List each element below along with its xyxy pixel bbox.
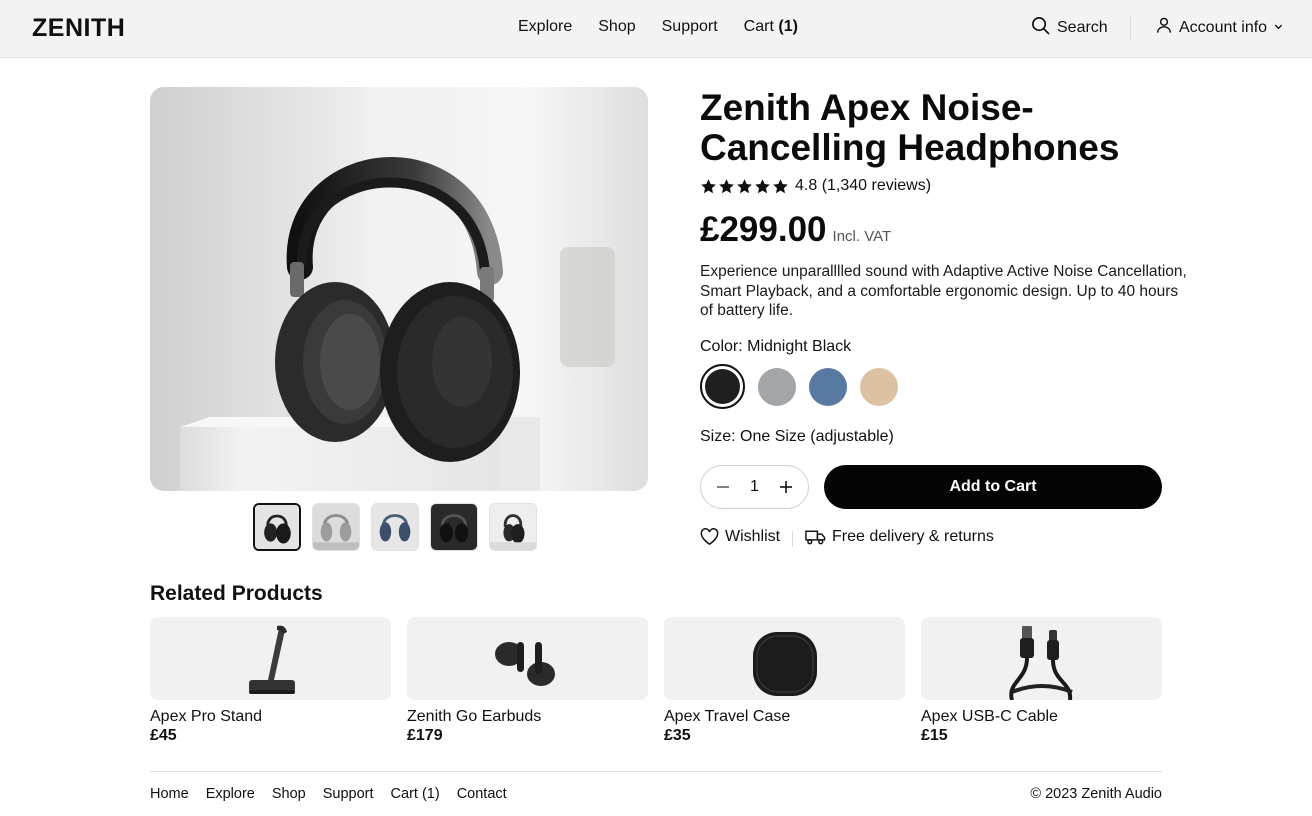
top-navigation-bar: ZENITH Explore Shop Support Cart (1) Sea… — [0, 0, 1312, 58]
related-card-case[interactable]: Apex Travel Case £35 — [664, 617, 905, 745]
related-image-case — [664, 617, 905, 700]
search-icon — [1031, 16, 1050, 40]
minus-icon — [717, 486, 729, 488]
related-card-earbuds[interactable]: Zenith Go Earbuds £179 — [407, 617, 648, 745]
search-button[interactable]: Search — [1031, 16, 1108, 40]
nav-support[interactable]: Support — [662, 18, 718, 36]
vat-note: Incl. VAT — [832, 228, 892, 245]
color-swatch-1[interactable] — [700, 364, 745, 409]
related-price: £179 — [407, 727, 443, 744]
main-nav: Explore Shop Support Cart (1) — [518, 18, 798, 36]
color-swatches — [700, 364, 898, 409]
case-icon — [752, 632, 817, 696]
info-divider — [792, 531, 793, 547]
thumbnail-dark-scene[interactable] — [430, 503, 478, 551]
nav-cart[interactable]: Cart (1) — [744, 18, 798, 36]
star-icon — [719, 178, 734, 193]
stand-icon — [248, 625, 295, 694]
related-name: Apex Pro Stand — [150, 708, 263, 725]
related-name: Zenith Go Earbuds — [407, 708, 542, 725]
cart-count-badge: (1) — [778, 18, 798, 35]
nav-cart-label: Cart — [743, 18, 774, 35]
related-name: Apex Travel Case — [664, 708, 791, 725]
earbuds-icon — [494, 642, 555, 686]
thumbnail-blue[interactable] — [371, 503, 419, 551]
decrement-button[interactable] — [715, 479, 731, 495]
related-card-stand[interactable]: Apex Pro Stand £45 — [150, 617, 391, 745]
related-image-stand — [150, 617, 391, 700]
user-icon — [1155, 16, 1173, 39]
color-swatch-4[interactable] — [860, 367, 898, 406]
footer-link-explore[interactable]: Explore — [206, 786, 255, 802]
product-thumbnail-strip — [253, 503, 537, 551]
add-to-cart-button[interactable]: Add to Cart — [824, 465, 1162, 509]
brand-logo[interactable]: ZENITH — [32, 14, 125, 43]
rating-text: 4.8 (1,340 reviews) — [795, 177, 932, 194]
rating-stars — [700, 178, 789, 195]
related-image-earbuds — [407, 617, 648, 700]
star-icon — [773, 178, 788, 193]
heart-icon — [700, 528, 719, 546]
footer-divider — [150, 771, 1162, 772]
related-price: £15 — [921, 727, 948, 744]
copyright: © 2023 Zenith Audio — [1030, 786, 1162, 802]
footer-link-cart[interactable]: Cart (1) — [391, 786, 440, 802]
product-main-image[interactable] — [150, 87, 648, 491]
thumbnail-black[interactable] — [253, 503, 301, 551]
truck-icon — [805, 530, 826, 545]
delivery-info: Free delivery & returns — [805, 528, 994, 546]
delivery-label: Free delivery & returns — [832, 528, 994, 545]
nav-explore[interactable]: Explore — [518, 18, 572, 36]
product-description: Experience unparalllled sound with Adapt… — [700, 263, 1187, 319]
footer-link-shop[interactable]: Shop — [272, 786, 306, 802]
star-icon — [755, 178, 770, 193]
cable-icon — [1008, 626, 1073, 700]
increment-button[interactable] — [778, 479, 794, 495]
quantity-value[interactable]: 1 — [750, 478, 759, 496]
account-label: Account info — [1179, 18, 1268, 36]
product-title: Zenith Apex Noise-Cancelling Headphones — [700, 87, 1120, 168]
thumbnail-silver[interactable] — [312, 503, 360, 551]
color-swatch-3[interactable] — [809, 367, 847, 406]
thumbnail-side[interactable] — [489, 503, 537, 551]
footer-link-contact[interactable]: Contact — [457, 786, 507, 802]
related-price: £45 — [150, 727, 177, 744]
footer-links: Home Explore Shop Support Cart (1) Conta… — [150, 786, 507, 802]
related-image-cable — [921, 617, 1162, 700]
account-menu[interactable]: Account info — [1155, 16, 1284, 39]
related-products-list: Apex Pro Stand £45 Zenith Go Earbuds £17… — [150, 617, 1162, 745]
star-icon — [737, 178, 752, 193]
wishlist-label: Wishlist — [725, 528, 781, 545]
size-label: Size: One Size (adjustable) — [700, 428, 894, 445]
related-price: £35 — [664, 727, 691, 744]
wishlist-button[interactable]: Wishlist — [700, 528, 780, 546]
footer-link-support[interactable]: Support — [323, 786, 374, 802]
product-price: £299.00 — [700, 210, 827, 249]
color-label: Color: Midnight Black — [700, 338, 852, 355]
color-swatch-2[interactable] — [758, 367, 796, 406]
footer-link-home[interactable]: Home — [150, 786, 189, 802]
price-row: £299.00 Incl. VAT — [700, 210, 891, 250]
chevron-down-icon — [1273, 19, 1284, 37]
search-label: Search — [1057, 19, 1108, 36]
header-divider — [1130, 17, 1131, 41]
plus-icon — [780, 481, 792, 493]
star-icon — [701, 178, 716, 193]
nav-shop[interactable]: Shop — [598, 18, 635, 36]
related-name: Apex USB-C Cable — [921, 708, 1058, 725]
quantity-stepper: 1 — [700, 465, 809, 509]
related-products-heading: Related Products — [150, 582, 323, 605]
product-rating[interactable]: 4.8 (1,340 reviews) — [700, 177, 931, 195]
related-card-cable[interactable]: Apex USB-C Cable £15 — [921, 617, 1162, 745]
